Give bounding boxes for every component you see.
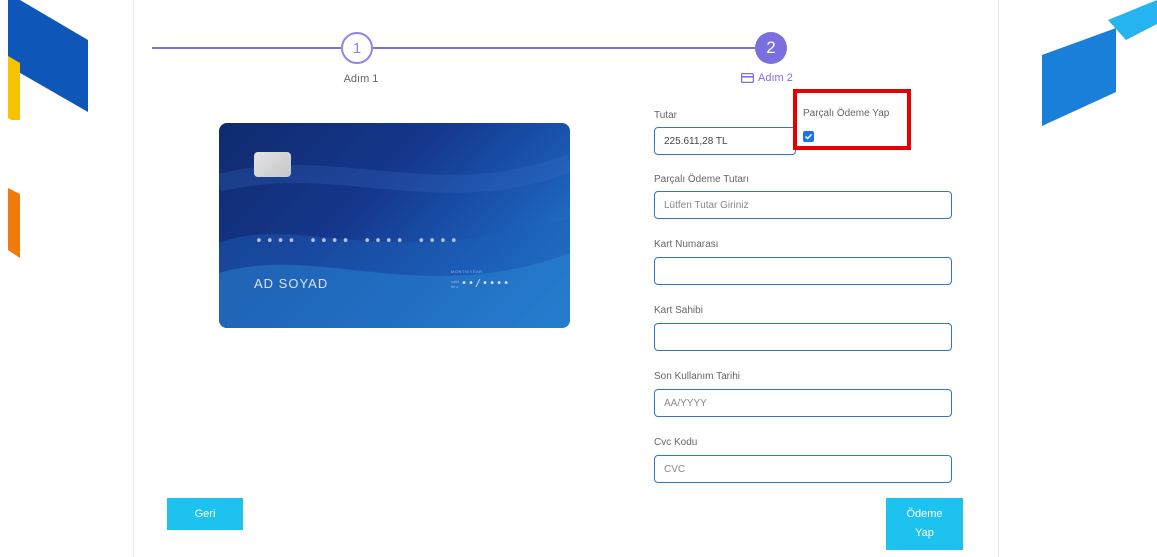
step-2-label-group: Adım 2 (741, 72, 793, 84)
stepper-line-middle (373, 47, 755, 49)
amount-input[interactable] (654, 127, 796, 155)
step-1-circle[interactable]: 1 (341, 32, 373, 64)
partial-amount-input[interactable] (654, 191, 952, 219)
cvc-label: Cvc Kodu (654, 437, 698, 448)
checkmark-icon (804, 133, 813, 140)
card-holder-label: Kart Sahibi (654, 305, 703, 316)
amount-label: Tutar (654, 110, 677, 121)
card-expiry-mask: ••/•••• (461, 278, 511, 289)
credit-card-icon (741, 73, 754, 83)
card-chip-icon (254, 152, 291, 177)
step-1-number: 1 (352, 39, 362, 57)
partial-amount-label: Parçalı Ödeme Tutarı (654, 174, 750, 185)
card-valid-thru-label: valid thru (451, 279, 460, 289)
step-2-circle[interactable]: 2 (755, 32, 787, 64)
card-month-year-label: MONTH/YEAR (451, 269, 483, 274)
credit-card-preview: •••• •••• •••• •••• AD SOYAD MONTH/YEAR … (219, 123, 570, 328)
expiry-input[interactable] (654, 389, 952, 417)
back-button[interactable]: Geri (167, 498, 243, 530)
stepper-line-left (152, 47, 341, 49)
logo-shape-right (1042, 0, 1157, 126)
card-number-label: Kart Numarası (654, 239, 719, 250)
step-2-number: 2 (766, 38, 776, 57)
step-1-label: Adım 1 (343, 73, 379, 85)
cvc-input[interactable] (654, 455, 952, 483)
logo-shape-left-blue (8, 0, 88, 120)
pay-button[interactable]: Ödeme Yap (886, 498, 963, 550)
step-2-label: Adım 2 (758, 72, 793, 84)
expiry-label: Son Kullanım Tarihi (654, 371, 740, 382)
card-number-mask: •••• •••• •••• •••• (255, 234, 461, 249)
partial-payment-checkbox[interactable] (803, 131, 814, 142)
card-number-input[interactable] (654, 257, 952, 285)
card-holder-input[interactable] (654, 323, 952, 351)
logo-shape-left-orange (8, 188, 20, 258)
partial-payment-label: Parçalı Ödeme Yap (803, 108, 890, 119)
card-holder-name: AD SOYAD (254, 276, 329, 291)
